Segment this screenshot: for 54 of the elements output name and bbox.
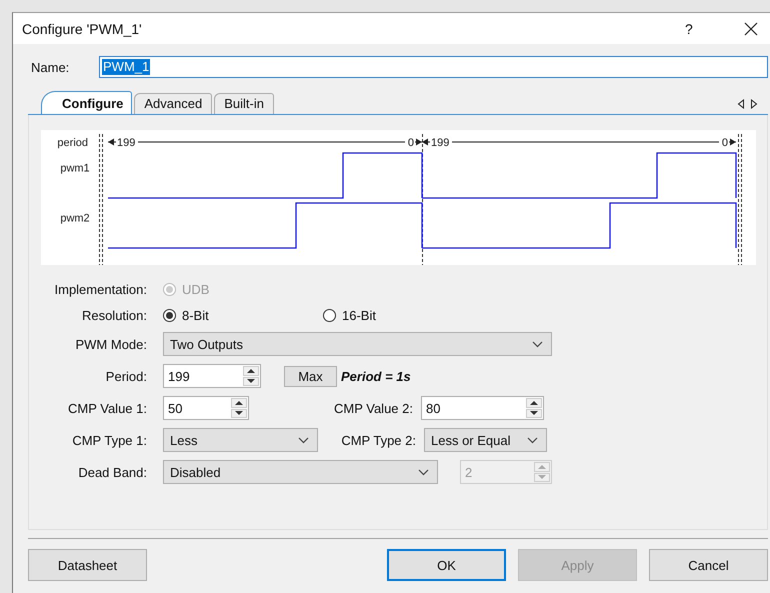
spin-up-button[interactable] <box>243 366 259 376</box>
field-label: PWM Mode: <box>74 336 147 352</box>
spin-box[interactable]: 50 <box>163 396 249 420</box>
option-label: UDB <box>182 282 210 296</box>
left-arrow-icon[interactable] <box>737 99 745 109</box>
close-icon[interactable] <box>744 22 758 36</box>
name-field[interactable]: PWM_1 <box>99 56 768 78</box>
field-label: CMP Value 2: <box>332 400 413 416</box>
dropdown[interactable]: Disabled <box>163 460 438 484</box>
field-label: CMP Type 1: <box>71 432 147 448</box>
max-button[interactable]: Max <box>284 366 337 386</box>
field-label: Resolution: <box>80 308 147 322</box>
dialog-button[interactable]: Cancel <box>649 549 768 581</box>
signal-label: period <box>57 137 88 149</box>
signal-label: pwm2 <box>60 212 90 224</box>
dropdown[interactable]: Less or Equal <box>424 428 547 452</box>
option-label: 16-Bit <box>342 308 376 322</box>
option-label: 8-Bit <box>182 308 209 322</box>
period-note: Period = 1s <box>341 368 411 384</box>
field-label: Period: <box>104 368 147 384</box>
right-arrow-icon[interactable] <box>750 99 758 109</box>
period-label: 199 <box>117 137 136 149</box>
signal-label: pwm1 <box>60 162 90 174</box>
period-label: 0 <box>722 137 728 149</box>
spin-up-button[interactable] <box>526 398 542 408</box>
radio-button[interactable] <box>323 308 336 322</box>
spin-down-button[interactable] <box>231 408 247 418</box>
chevron-down-icon <box>527 436 538 444</box>
help-button[interactable]: ? <box>685 20 699 36</box>
tab[interactable]: Advanced <box>134 93 212 114</box>
spin-down-button[interactable] <box>526 408 542 418</box>
dialog-button[interactable]: OK <box>387 549 506 581</box>
dropdown[interactable]: Two Outputs <box>163 332 552 356</box>
spin-down-button[interactable] <box>243 376 259 386</box>
window-title: Configure 'PWM_1' <box>22 20 143 36</box>
field-label: CMP Type 2: <box>340 432 416 448</box>
chevron-down-icon <box>418 468 429 476</box>
period-label: 0 <box>408 137 414 149</box>
field-label: Implementation: <box>54 282 147 296</box>
period-label: 199 <box>431 137 450 149</box>
field-label: CMP Value 1: <box>66 400 147 416</box>
field-label: Dead Band: <box>77 464 147 480</box>
spin-up-button[interactable] <box>231 398 247 408</box>
chevron-down-icon <box>532 340 543 348</box>
chevron-down-icon <box>298 436 309 444</box>
dropdown[interactable]: Less <box>163 428 318 452</box>
selected-text: PWM_1 <box>102 59 150 75</box>
radio-button[interactable] <box>163 308 176 322</box>
dialog-button[interactable]: Datasheet <box>28 549 147 581</box>
field-label: Name: <box>30 60 70 74</box>
tab[interactable]: Built-in <box>214 93 274 114</box>
spin-box[interactable]: 80 <box>421 396 544 420</box>
tab[interactable]: Configure <box>41 91 132 114</box>
spin-box[interactable]: 199 <box>163 364 261 388</box>
